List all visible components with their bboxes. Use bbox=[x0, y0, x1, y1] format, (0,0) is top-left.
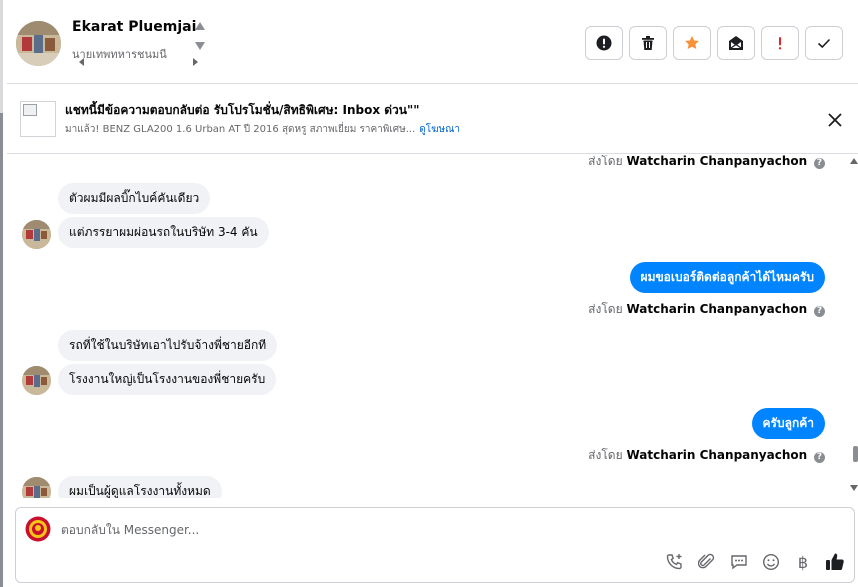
baht-icon: ฿ bbox=[797, 552, 809, 572]
left-panel-scrollbar[interactable] bbox=[0, 113, 3, 587]
incoming-message: แต่ภรรยาผมผ่อนรถในบริษัท 3-4 คัน bbox=[58, 217, 269, 248]
outgoing-message: ผมขอเบอร์ติดต่อลูกค้าได้ไหมครับ bbox=[629, 262, 825, 293]
message-thread[interactable]: ส่งโดย Watcharin Chanpanyachon ? ตัวผมมี… bbox=[7, 155, 850, 498]
add-contact-button[interactable] bbox=[664, 551, 686, 573]
sent-by-prefix: ส่งโดย bbox=[588, 302, 623, 316]
ad-thumbnail[interactable] bbox=[20, 101, 56, 137]
agent-name: Watcharin Chanpanyachon bbox=[626, 302, 808, 316]
agent-name: Watcharin Chanpanyachon bbox=[626, 155, 808, 168]
report-spam-button[interactable] bbox=[585, 26, 623, 60]
incoming-message: รถที่ใช้ในบริษัทเอาไปรับจ้างพี่ชายอีกที bbox=[58, 330, 278, 361]
paperclip-icon bbox=[698, 553, 715, 569]
emoji-button[interactable] bbox=[760, 551, 782, 573]
ad-banner: แชทนี้มีข้อความตอบกลับต่อ รับโปรโมชั่น/ส… bbox=[7, 92, 858, 154]
thumbs-up-icon bbox=[826, 553, 844, 570]
conversation-actions bbox=[585, 26, 843, 62]
close-ad-button[interactable] bbox=[825, 110, 845, 130]
contact-avatar-small bbox=[22, 220, 51, 249]
thread-scrollbar-thumb[interactable] bbox=[853, 446, 858, 462]
contact-avatar-small bbox=[22, 366, 51, 395]
incoming-message: ผมเป็นผู้ดูแลโรงงานทั้งหมด bbox=[58, 476, 222, 498]
previous-conversation-button[interactable] bbox=[195, 21, 207, 31]
scroll-up-icon[interactable] bbox=[850, 158, 858, 164]
chevron-down-icon bbox=[195, 42, 205, 50]
payment-button[interactable]: ฿ bbox=[792, 551, 814, 573]
alert-circle-icon bbox=[596, 35, 612, 51]
sent-by-prefix: ส่งโดย bbox=[588, 448, 623, 462]
mark-done-button[interactable] bbox=[805, 26, 843, 60]
reply-input[interactable] bbox=[61, 520, 661, 540]
contact-name[interactable]: Ekarat Pluemjai bbox=[72, 19, 196, 35]
phone-plus-icon bbox=[666, 554, 682, 570]
check-icon bbox=[817, 38, 831, 49]
saved-replies-button[interactable] bbox=[728, 551, 750, 573]
contact-avatar[interactable] bbox=[16, 21, 61, 66]
incoming-message: โรงงานใหญ่เป็นโรงงานของพี่ชายครับ bbox=[58, 364, 277, 395]
subtitle-scroller[interactable] bbox=[79, 57, 204, 67]
info-icon[interactable]: ? bbox=[814, 306, 825, 317]
sent-by-prefix: ส่งโดย bbox=[588, 155, 623, 168]
agent-name: Watcharin Chanpanyachon bbox=[626, 448, 808, 462]
star-button[interactable] bbox=[673, 26, 711, 60]
star-icon bbox=[685, 36, 699, 49]
ad-description-text: มาแล้ว! BENZ GLA200 1.6 Urban AT ปี 2016… bbox=[65, 124, 416, 135]
page-avatar bbox=[25, 516, 51, 542]
composer-toolbar: ฿ bbox=[664, 551, 846, 573]
view-ad-link[interactable]: ดูโฆษณา bbox=[419, 124, 460, 135]
chevron-up-icon bbox=[195, 22, 205, 30]
outgoing-message: ครับลูกค้า bbox=[751, 408, 825, 439]
info-icon[interactable]: ? bbox=[814, 158, 825, 169]
conversation-header: Ekarat Pluemjai นายเทพทหารชนมนี bbox=[7, 4, 858, 84]
next-conversation-button[interactable] bbox=[195, 41, 207, 51]
ad-title: แชทนี้มีข้อความตอบกลับต่อ รับโปรโมชั่น/ส… bbox=[65, 103, 420, 117]
contact-avatar-small bbox=[22, 477, 51, 498]
sent-by-label: ส่งโดย Watcharin Chanpanyachon ? bbox=[588, 446, 825, 465]
chat-bubble-icon bbox=[731, 555, 747, 570]
exclamation-icon bbox=[778, 37, 782, 50]
scroll-right-icon[interactable] bbox=[193, 58, 198, 66]
incoming-message: ตัวผมมีผลบิ๊กไบค์คันเดียว bbox=[58, 183, 211, 214]
smiley-icon bbox=[762, 553, 780, 571]
envelope-open-icon bbox=[729, 36, 743, 50]
sent-by-label: ส่งโดย Watcharin Chanpanyachon ? bbox=[588, 155, 825, 171]
sent-by-label: ส่งโดย Watcharin Chanpanyachon ? bbox=[588, 300, 825, 319]
like-button[interactable] bbox=[824, 551, 846, 573]
close-icon bbox=[828, 113, 842, 127]
mark-important-button[interactable] bbox=[761, 26, 799, 60]
mark-unread-button[interactable] bbox=[717, 26, 755, 60]
scroll-down-icon[interactable] bbox=[850, 485, 858, 491]
scroll-left-icon[interactable] bbox=[79, 58, 84, 66]
attach-file-button[interactable] bbox=[696, 551, 718, 573]
info-icon[interactable]: ? bbox=[814, 452, 825, 463]
reply-composer: ฿ bbox=[15, 507, 855, 583]
trash-icon bbox=[642, 36, 654, 50]
ad-description: มาแล้ว! BENZ GLA200 1.6 Urban AT ปี 2016… bbox=[65, 122, 460, 137]
delete-button[interactable] bbox=[629, 26, 667, 60]
